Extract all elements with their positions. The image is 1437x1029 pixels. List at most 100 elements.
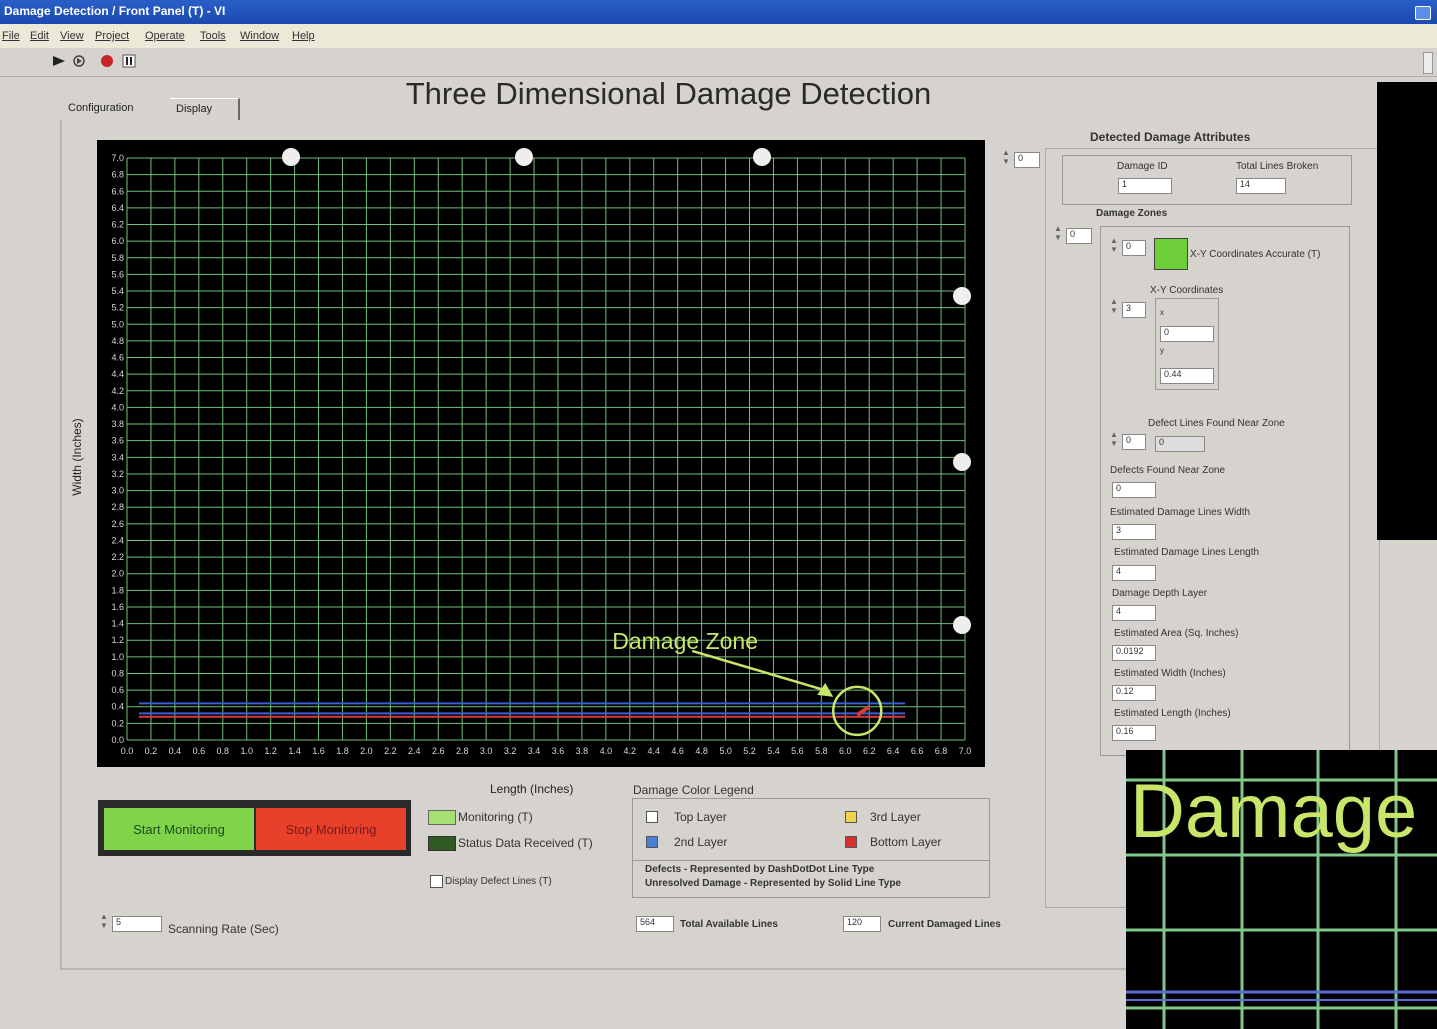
x-tick-label: 2.6 bbox=[432, 746, 445, 756]
status-led bbox=[428, 836, 456, 851]
monitoring-buttons: Start Monitoring Stop Monitoring bbox=[98, 800, 411, 856]
x-tick-label: 1.8 bbox=[336, 746, 349, 756]
y-tick-label: 4.0 bbox=[111, 402, 124, 412]
defect-lines-index[interactable]: 0 bbox=[1122, 434, 1146, 450]
window-title: Damage Detection / Front Panel (T) - VI bbox=[4, 4, 226, 18]
swatch-2nd-layer bbox=[646, 836, 658, 848]
damage-id-field: 1 bbox=[1118, 178, 1172, 194]
attributes-index[interactable]: 0 bbox=[1014, 152, 1040, 168]
legend-title: Damage Color Legend bbox=[633, 783, 754, 797]
damaged-lines-field: 120 bbox=[843, 916, 881, 932]
length-field: 0.16 bbox=[1112, 725, 1156, 741]
total-broken-label: Total Lines Broken bbox=[1236, 161, 1319, 172]
y-tick-label: 5.6 bbox=[111, 269, 124, 279]
menu-file[interactable]: File bbox=[2, 30, 20, 42]
run-arrow-icon[interactable] bbox=[52, 54, 66, 68]
cursor-handle[interactable] bbox=[753, 148, 771, 166]
tab-display[interactable]: Display bbox=[170, 98, 240, 120]
x-tick-label: 1.2 bbox=[264, 746, 277, 756]
cursor-handle[interactable] bbox=[515, 148, 533, 166]
abort-icon[interactable] bbox=[100, 54, 114, 68]
x-tick-label: 1.6 bbox=[312, 746, 325, 756]
menu-project[interactable]: Project bbox=[95, 30, 129, 42]
status-data-label: Status Data Received (T) bbox=[458, 836, 593, 850]
stop-monitoring-button[interactable]: Stop Monitoring bbox=[256, 808, 406, 850]
x-field: 0 bbox=[1160, 326, 1214, 342]
xy-accurate-led bbox=[1154, 238, 1188, 270]
y-tick-label: 6.4 bbox=[111, 203, 124, 213]
y-field: 0.44 bbox=[1160, 368, 1214, 384]
est-width-lines-field: 3 bbox=[1112, 524, 1156, 540]
cursor-handle[interactable] bbox=[953, 453, 971, 471]
zones-index-spinner[interactable]: ▲ ▼ bbox=[1052, 224, 1064, 250]
menu-operate[interactable]: Operate bbox=[145, 30, 185, 42]
depth-label: Damage Depth Layer bbox=[1112, 588, 1208, 599]
x-tick-label: 4.0 bbox=[600, 746, 613, 756]
y-tick-label: 5.8 bbox=[111, 253, 124, 263]
monitoring-label: Monitoring (T) bbox=[458, 810, 533, 824]
scanning-rate-label: Scanning Rate (Sec) bbox=[168, 922, 279, 936]
defects-found-label: Defects Found Near Zone bbox=[1110, 465, 1226, 476]
pause-icon[interactable] bbox=[122, 54, 136, 68]
x-tick-label: 3.0 bbox=[480, 746, 493, 756]
plot-canvas: 0.0 0.2 0.4 0.6 0.8 1.0 1.2 1.4 1.6 1.8 2.0 2.2 2.4 2… bbox=[111, 153, 972, 756]
x-tick-label: 5.2 bbox=[743, 746, 756, 756]
y-tick-label: 4.8 bbox=[111, 336, 124, 346]
attributes-index-spinner[interactable]: ▲ ▼ bbox=[1000, 148, 1012, 174]
defect-lines-label: Defect Lines Found Near Zone bbox=[1148, 418, 1285, 429]
cursor-handle[interactable] bbox=[953, 287, 971, 305]
y-tick-label: 2.6 bbox=[111, 519, 124, 529]
tab-configuration[interactable]: Configuration bbox=[62, 98, 170, 120]
run-continuously-icon[interactable] bbox=[72, 54, 86, 68]
scanning-rate-spinner[interactable]: ▲ ▼ bbox=[98, 912, 110, 938]
menu-window[interactable]: Window bbox=[240, 30, 279, 42]
panel-border-bottom bbox=[60, 968, 1140, 970]
x-tick-label: 7.0 bbox=[959, 746, 972, 756]
x-tick-label: 6.6 bbox=[911, 746, 924, 756]
legend-top-layer: Top Layer bbox=[674, 810, 727, 824]
y-tick-label: 4.2 bbox=[111, 386, 124, 396]
y-tick-label: 3.6 bbox=[111, 436, 124, 446]
menu-view[interactable]: View bbox=[60, 30, 84, 42]
x-tick-label: 3.8 bbox=[576, 746, 589, 756]
zones-index[interactable]: 0 bbox=[1066, 228, 1092, 244]
zone-inner-index[interactable]: 0 bbox=[1122, 240, 1146, 256]
display-defect-checkbox[interactable] bbox=[430, 875, 443, 888]
toolbar-scroll-handle[interactable] bbox=[1423, 52, 1433, 74]
zone-inner-spinner[interactable]: ▲ ▼ bbox=[1108, 236, 1120, 262]
menu-edit[interactable]: Edit bbox=[30, 30, 49, 42]
x-tick-label: 2.2 bbox=[384, 746, 397, 756]
xy-index[interactable]: 3 bbox=[1122, 302, 1146, 318]
x-tick-label: 6.0 bbox=[839, 746, 852, 756]
x-tick-label: 0.4 bbox=[169, 746, 182, 756]
y-tick-label: 5.0 bbox=[111, 319, 124, 329]
scanning-rate-field[interactable]: 5 bbox=[112, 916, 162, 932]
y-tick-label: 6.6 bbox=[111, 186, 124, 196]
menu-bar: File Edit View Project Operate Tools Win… bbox=[0, 24, 1437, 48]
panel-border-left bbox=[60, 120, 62, 970]
menu-tools[interactable]: Tools bbox=[200, 30, 226, 42]
y-tick-label: 3.0 bbox=[111, 486, 124, 496]
toolbar bbox=[0, 48, 1437, 77]
xy-index-spinner[interactable]: ▲ ▼ bbox=[1108, 297, 1120, 323]
y-tick-label: 3.4 bbox=[111, 452, 124, 462]
defect-lines-spinner[interactable]: ▲ ▼ bbox=[1108, 430, 1120, 456]
right-black-region bbox=[1377, 82, 1437, 540]
est-width-lines-label: Estimated Damage Lines Width bbox=[1110, 507, 1251, 518]
y-tick-label: 0.8 bbox=[111, 668, 124, 678]
legend-divider bbox=[632, 860, 990, 861]
x-tick-label: 3.6 bbox=[552, 746, 565, 756]
x-tick-label: 4.8 bbox=[695, 746, 708, 756]
damage-zone-circle bbox=[832, 685, 883, 737]
y-tick-label: 2.4 bbox=[111, 535, 124, 545]
total-lines-field: 564 bbox=[636, 916, 674, 932]
area-field: 0.0192 bbox=[1112, 645, 1156, 661]
cursor-handle[interactable] bbox=[282, 148, 300, 166]
menu-help[interactable]: Help bbox=[292, 30, 315, 42]
y-tick-label: 2.8 bbox=[111, 502, 124, 512]
y-tick-label: 1.8 bbox=[111, 585, 124, 595]
start-monitoring-button[interactable]: Start Monitoring bbox=[104, 808, 254, 850]
damage-plot[interactable]: 0.0 0.2 0.4 0.6 0.8 1.0 1.2 1.4 1.6 1.8 2.0 2.2 2.4 2… bbox=[97, 140, 985, 767]
cursor-handle[interactable] bbox=[953, 616, 971, 634]
close-icon[interactable] bbox=[1415, 6, 1431, 20]
